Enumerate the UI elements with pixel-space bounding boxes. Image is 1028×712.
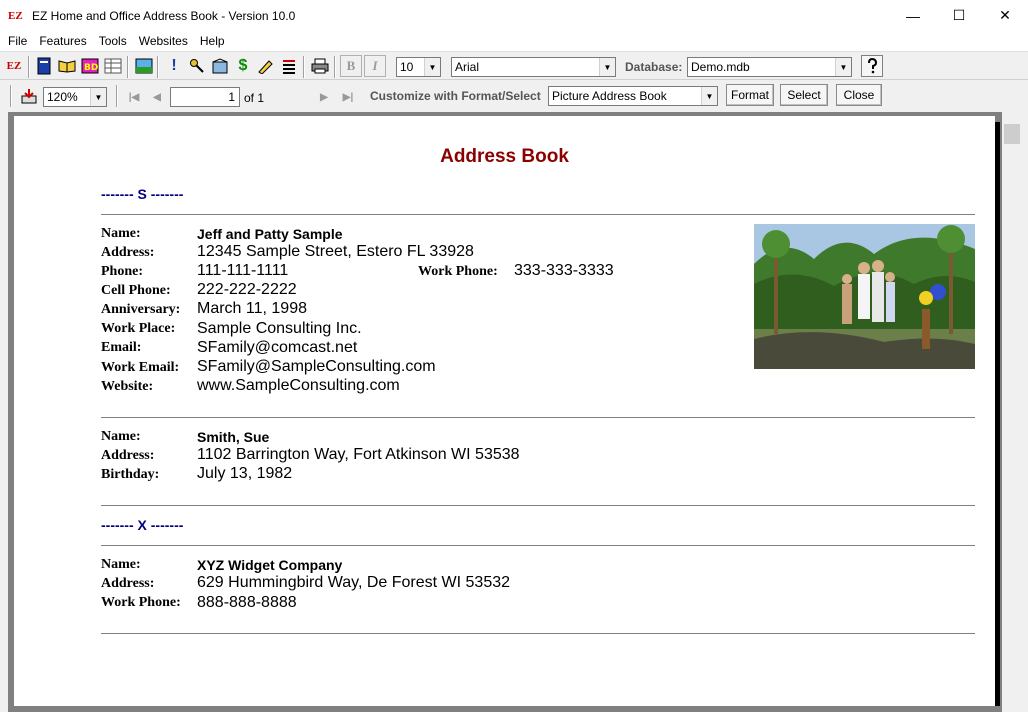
address-label: Address: <box>101 245 155 260</box>
title-bar: EZ EZ Home and Office Address Book - Ver… <box>0 0 1028 31</box>
section-header-s: ------- S ------- <box>101 186 184 202</box>
picture-icon[interactable] <box>133 55 155 77</box>
minimize-button[interactable]: — <box>890 0 936 31</box>
close-button[interactable]: Close <box>836 84 882 106</box>
bold-icon[interactable]: B <box>340 55 362 77</box>
contact-cell-phone: 222-222-2222 <box>197 281 297 298</box>
open-book-icon[interactable] <box>56 55 78 77</box>
vertical-scrollbar[interactable] <box>1002 112 1028 700</box>
section-header-x: ------- X ------- <box>101 517 184 533</box>
window-title: EZ Home and Office Address Book - Versio… <box>32 8 296 23</box>
font-size-select[interactable]: 10 ▼ <box>396 57 441 77</box>
report-title: Address Book <box>440 146 569 167</box>
birthday-label: Birthday: <box>101 467 160 482</box>
contact-work-email: SFamily@SampleConsulting.com <box>197 358 436 375</box>
work-place-label: Work Place: <box>101 321 176 336</box>
next-page-icon[interactable]: ▶ <box>313 86 335 108</box>
work-phone-label: Work Phone: <box>101 595 181 610</box>
customize-label: Customize with Format/Select <box>370 89 541 103</box>
maximize-button[interactable]: ☐ <box>936 0 982 31</box>
birthday-icon[interactable]: BD <box>79 55 101 77</box>
key-icon[interactable] <box>186 55 208 77</box>
contact-name: XYZ Widget Company <box>197 557 343 573</box>
list-icon[interactable] <box>278 55 300 77</box>
contact-address: 1102 Barrington Way, Fort Atkinson WI 53… <box>197 446 520 463</box>
first-page-icon[interactable]: |◀ <box>123 86 145 108</box>
report-type-select[interactable]: Picture Address Book ▼ <box>548 86 718 106</box>
name-label: Name: <box>101 557 141 572</box>
last-page-icon[interactable]: ▶| <box>337 86 359 108</box>
menu-bar: File Features Tools Websites Help <box>0 31 1028 51</box>
name-label: Name: <box>101 429 141 444</box>
menu-file[interactable]: File <box>0 34 33 48</box>
alert-icon[interactable]: ! <box>163 55 185 77</box>
note-pencil-icon[interactable] <box>255 55 277 77</box>
website-label: Website: <box>101 379 154 394</box>
menu-websites[interactable]: Websites <box>133 34 194 48</box>
phone-label: Phone: <box>101 264 143 279</box>
contact-birthday: July 13, 1982 <box>197 465 293 482</box>
close-window-button[interactable]: ✕ <box>982 0 1028 31</box>
report-page <box>14 116 995 706</box>
address-book-icon[interactable] <box>33 55 55 77</box>
contact-work-phone: 888-888-8888 <box>197 594 297 611</box>
chevron-down-icon: ▼ <box>424 58 440 76</box>
font-name-select[interactable]: Arial ▼ <box>451 57 616 77</box>
contact-phone: 111-111-1111 <box>197 262 289 279</box>
cell-phone-label: Cell Phone: <box>101 283 171 298</box>
contact-work-place: Sample Consulting Inc. <box>197 320 362 337</box>
contact-address: 629 Hummingbird Way, De Forest WI 53532 <box>197 574 511 591</box>
print-icon[interactable] <box>309 55 331 77</box>
menu-tools[interactable]: Tools <box>93 34 133 48</box>
zoom-select[interactable]: 120% ▼ <box>43 87 107 107</box>
contact-anniversary: March 11, 1998 <box>197 300 307 317</box>
ez-logo-icon[interactable]: EZ <box>3 55 25 77</box>
chevron-down-icon: ▼ <box>599 58 615 76</box>
preview-toolbar: 120% ▼ |◀ ◀ 1 of 1 ▶ ▶| Customize with Fo… <box>0 81 1028 111</box>
contact-name: Smith, Sue <box>197 429 270 445</box>
menu-features[interactable]: Features <box>33 34 92 48</box>
address-label: Address: <box>101 576 155 591</box>
database-select[interactable]: Demo.mdb ▼ <box>687 57 852 77</box>
contact-email: SFamily@comcast.net <box>197 339 358 356</box>
grid-view-icon[interactable] <box>102 55 124 77</box>
chevron-down-icon: ▼ <box>90 88 106 106</box>
menu-help[interactable]: Help <box>194 34 231 48</box>
page-count: of 1 <box>244 91 265 105</box>
work-email-label: Work Email: <box>101 360 180 375</box>
contact-photo <box>754 224 975 369</box>
help-icon[interactable] <box>861 55 883 77</box>
prev-page-icon[interactable]: ◀ <box>146 86 168 108</box>
app-icon: EZ <box>8 9 23 22</box>
anniversary-label: Anniversary: <box>101 302 181 317</box>
main-toolbar: EZ BD ! $ B I 10 ▼ Arial ▼ Database: Demo <box>0 51 1028 80</box>
contact-website: www.SampleConsulting.com <box>197 377 400 394</box>
name-label: Name: <box>101 226 141 241</box>
chevron-down-icon: ▼ <box>701 87 717 105</box>
select-button[interactable]: Select <box>780 84 828 106</box>
export-icon[interactable] <box>18 85 40 107</box>
mailbox-icon[interactable] <box>209 55 231 77</box>
contact-address: 12345 Sample Street, Estero FL 33928 <box>197 243 474 260</box>
dollar-icon[interactable]: $ <box>232 55 254 77</box>
database-label: Database: <box>625 60 683 74</box>
work-phone-label: Work Phone: <box>418 264 498 279</box>
svg-text:BD: BD <box>84 63 98 73</box>
contact-name: Jeff and Patty Sample <box>197 226 343 242</box>
email-label: Email: <box>101 340 142 355</box>
address-label: Address: <box>101 448 155 463</box>
format-button[interactable]: Format <box>726 84 774 106</box>
scrollbar-thumb[interactable] <box>1004 124 1020 144</box>
page-number-input[interactable]: 1 <box>170 87 240 107</box>
contact-work-phone: 333-333-3333 <box>514 262 614 279</box>
italic-icon[interactable]: I <box>364 55 386 77</box>
chevron-down-icon: ▼ <box>835 58 851 76</box>
